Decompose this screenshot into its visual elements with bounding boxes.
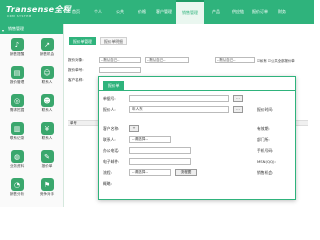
quote-no-label: 单据号:: [103, 96, 116, 101]
contact-select[interactable]: --请选择--: [129, 136, 171, 143]
person-icon: ☻: [40, 94, 54, 107]
phone-field[interactable]: [129, 147, 191, 154]
rival-icon: ⚑: [40, 178, 54, 191]
quote-target-label: 报价对象:: [68, 58, 84, 62]
department-label: 部门所:: [257, 137, 270, 142]
sales-opportunity-label: 销售机会:: [257, 170, 274, 175]
mobile-label: 手机号码:: [257, 148, 274, 153]
flow-chart-button[interactable]: 流程图: [175, 169, 197, 176]
nav-finance[interactable]: 财务: [272, 0, 292, 24]
bell-icon: ♪: [10, 38, 24, 51]
sidebar-tile-label: 需求挖掘: [9, 108, 25, 112]
validity-label: 有效期:: [257, 126, 270, 131]
quote-person-browse-button[interactable]: ...: [233, 106, 243, 113]
quote-date-label: 报价时间:: [257, 107, 274, 112]
sidebar-tile-label: 销售机会: [39, 52, 55, 56]
customer-add-button[interactable]: +: [129, 125, 139, 132]
chart-icon: ↗: [40, 38, 54, 51]
sidebar-tile[interactable]: ▤ 报价管理: [4, 66, 30, 92]
sidebar-tile-label: 销售提醒: [9, 52, 25, 56]
flow-select[interactable]: --请选择--: [129, 169, 171, 176]
logo-subtitle: CRM SYSTEM: [7, 14, 32, 18]
quote-target-select-3[interactable]: --默认自己--: [215, 57, 255, 63]
nav-product[interactable]: 产品: [206, 0, 226, 24]
privacy-checkboxes[interactable]: ☑私有 ☑公共全部报价单: [257, 58, 295, 63]
sidebar-tile[interactable]: ☺ 联系人: [34, 66, 60, 92]
quote-no-field[interactable]: [129, 95, 229, 102]
dialog-divider: [99, 90, 295, 91]
sidebar-tile[interactable]: ¥ 联系人: [34, 122, 60, 148]
book-icon: ▥: [10, 122, 24, 135]
sidebar-title-label: 销售管理: [8, 26, 24, 31]
customer-label: 客户名称:: [103, 126, 120, 131]
quote-person-field[interactable]: 年人东: [129, 106, 229, 113]
email-label: 电子邮件:: [103, 159, 120, 164]
tab-quote-detail[interactable]: 报价单明细: [99, 37, 127, 45]
sidebar-tile-label: 联系人: [41, 80, 53, 84]
contact-icon: ☺: [40, 66, 54, 79]
nav-personal[interactable]: 个人: [88, 0, 108, 24]
quote-no-input[interactable]: [99, 67, 141, 73]
quote-no-browse-button[interactable]: ...: [233, 95, 243, 102]
sidebar-tile[interactable]: ✎ 报价单: [34, 150, 60, 176]
quote-dialog: 报价单 单据号: ... 报价时间: 报价人: 年人东 ... 客户名称: + …: [98, 76, 296, 200]
flow-label: 流程:: [103, 170, 112, 175]
sidebar-tile-label: 联系记录: [9, 136, 25, 140]
sidebar-tile-label: 联系人: [41, 108, 53, 112]
sidebar-tile[interactable]: ◍ 业务资料: [4, 150, 30, 176]
nav-price[interactable]: 价格: [132, 0, 152, 24]
sidebar-tile-label: 竞争对手: [39, 192, 55, 196]
email-field[interactable]: [129, 158, 191, 165]
target-icon: ◎: [10, 94, 24, 107]
dialog-tab-quote[interactable]: 报价单: [103, 81, 125, 90]
sidebar-tile-label: 报价管理: [9, 80, 25, 84]
sidebar-tile-label: 报价单: [41, 164, 53, 168]
sidebar-tile[interactable]: ◎ 需求挖掘: [4, 94, 30, 120]
sidebar-tile-label: 业务资料: [9, 164, 25, 168]
customer-name-label: 客户名称:: [68, 78, 84, 82]
quote-target-select-2[interactable]: --默认自己--: [145, 57, 189, 63]
phone-label: 办公电话:: [103, 148, 120, 153]
nav-supply[interactable]: 供应链: [228, 0, 248, 24]
globe-icon: ◍: [10, 150, 24, 163]
edit-icon: ✎: [40, 150, 54, 163]
remark-label: 概略:: [103, 181, 112, 186]
sidebar-tile-label: 联系人: [41, 136, 53, 140]
msn-label: MSN(QQ):: [257, 159, 276, 164]
sidebar-tile[interactable]: ☻ 联系人: [34, 94, 60, 120]
sidebar-tile[interactable]: ↗ 销售机会: [34, 38, 60, 64]
sidebar-tile[interactable]: ♪ 销售提醒: [4, 38, 30, 64]
sidebar: ▾ 销售管理 ♪ 销售提醒 ↗ 销售机会 ▤ 报价管理 ☺ 联系人 ◎ 需求挖掘 ☻ 联系人 ▥ 联系记录…: [0, 24, 64, 207]
quote-target-select-1[interactable]: --默认自己--: [99, 57, 141, 63]
tab-bar: 报价单管理 报价单明细: [65, 37, 127, 45]
document-icon: ▤: [10, 66, 24, 79]
nav-orders[interactable]: 报价订单: [250, 0, 270, 24]
pie-icon: ◔: [10, 178, 24, 191]
contact-label: 联系人:: [103, 137, 116, 142]
sidebar-tile[interactable]: ⚑ 竞争对手: [34, 178, 60, 204]
top-nav: 首页 个人 公共 价格 客户管理 销售管理 产品 供应链 报价订单 财务: [66, 0, 294, 24]
sidebar-tile-label: 销售分析: [9, 192, 25, 196]
sidebar-tile[interactable]: ▥ 联系记录: [4, 122, 30, 148]
tab-quote-manage[interactable]: 报价单管理: [69, 37, 96, 45]
sidebar-tile[interactable]: ◔ 销售分析: [4, 178, 30, 204]
nav-sales[interactable]: 销售管理: [176, 0, 204, 24]
sidebar-title[interactable]: ▾ 销售管理: [0, 24, 63, 34]
nav-home[interactable]: 首页: [66, 0, 86, 24]
coin-icon: ¥: [40, 122, 54, 135]
quote-person-label: 报价人:: [103, 107, 116, 112]
quote-no-label: 报价单号:: [68, 68, 84, 72]
nav-customer[interactable]: 客户管理: [154, 0, 174, 24]
nav-public[interactable]: 公共: [110, 0, 130, 24]
chevron-down-icon: ▾: [2, 28, 5, 33]
top-header: Transense全程 CRM SYSTEM 首页 个人 公共 价格 客户管理 …: [0, 0, 314, 24]
